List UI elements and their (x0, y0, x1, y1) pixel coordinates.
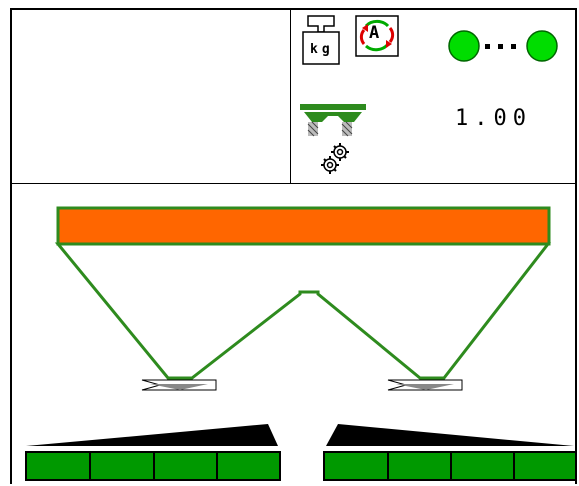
hopper-outline (54, 242, 552, 380)
left-section-bar[interactable] (25, 451, 281, 481)
hopper-fill-level (56, 206, 551, 246)
right-spread-wedge (326, 424, 574, 446)
hopper-icon (25, 206, 577, 481)
left-spread-wedge (26, 424, 278, 446)
right-section-bar[interactable] (323, 451, 577, 481)
